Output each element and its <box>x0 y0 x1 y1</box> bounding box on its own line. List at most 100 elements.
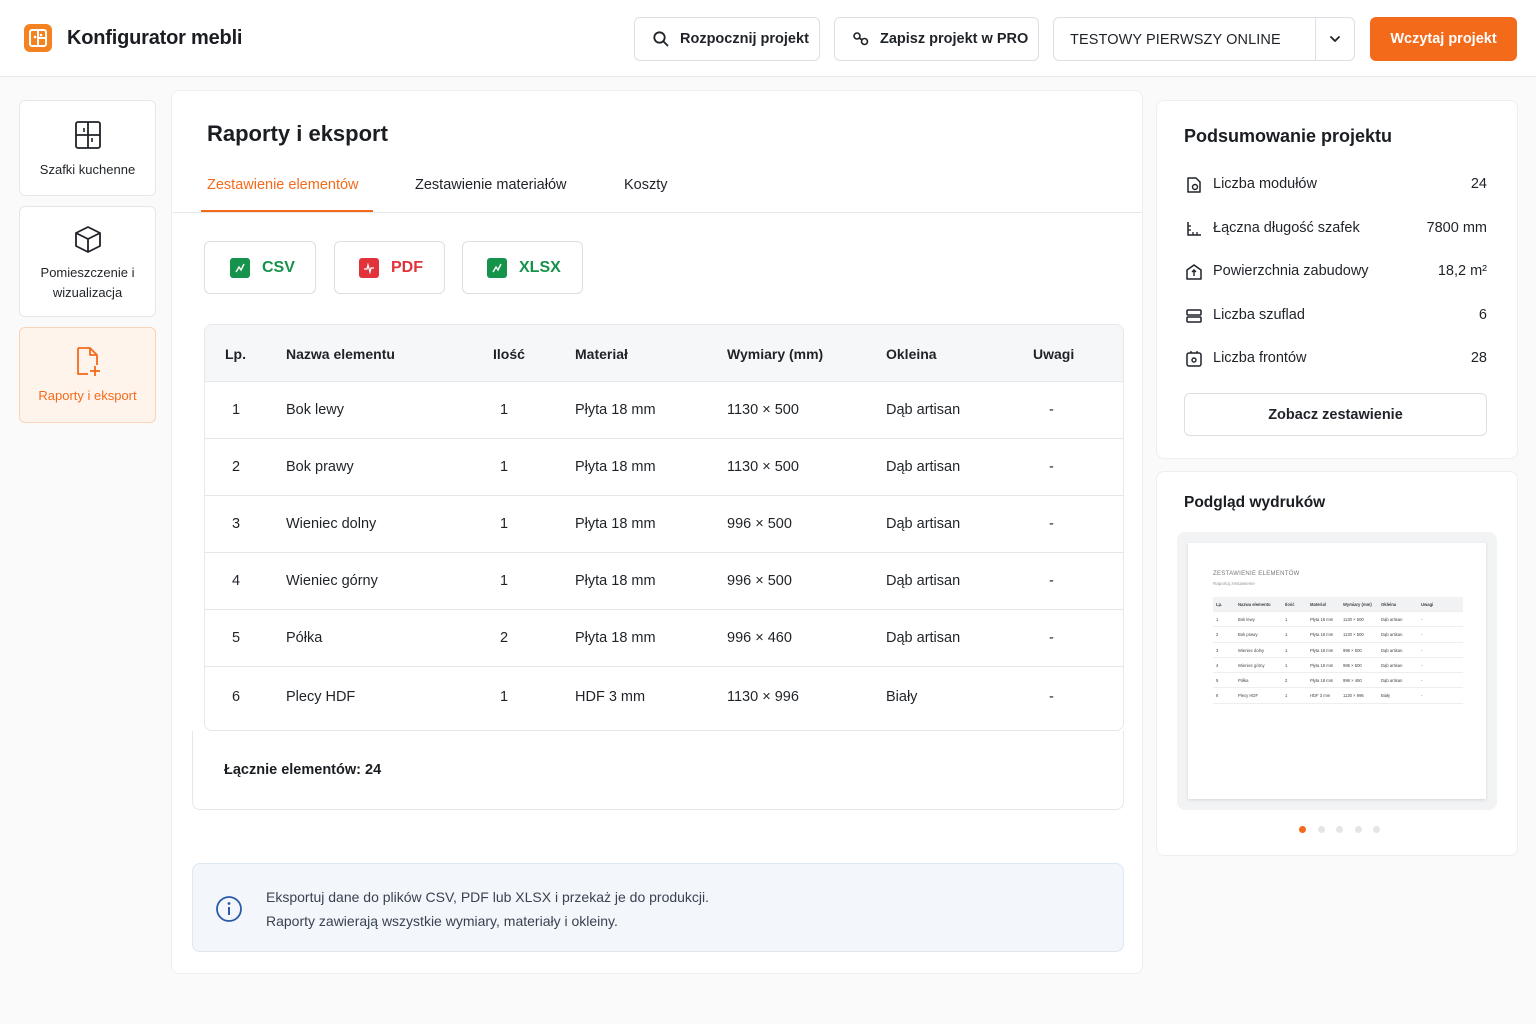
load-project-button[interactable]: Wczytaj projekt <box>1370 17 1517 61</box>
table-row[interactable]: 6 Plecy HDF 1 HDF 3 mm 1130 × 996 Biały … <box>205 667 1123 724</box>
pv-notes: - <box>1421 693 1423 699</box>
preview-frame[interactable]: ZESTAWIENIE ELEMENTÓW Raportuj zestawien… <box>1177 532 1497 810</box>
tab-materials[interactable]: Zestawienie materiałów <box>415 177 567 193</box>
export-pdf-button[interactable]: PDF <box>334 241 445 294</box>
pv-name: Wieniec górny <box>1238 662 1265 668</box>
save-pro-button[interactable]: Zapisz projekt w PRO <box>834 17 1039 61</box>
carousel-dot[interactable] <box>1373 826 1380 833</box>
sidebar-item-label: Pomieszczenie i wizualizacja <box>40 265 135 300</box>
cell-qty: 1 <box>500 689 509 705</box>
summary-row-modules: Liczba modułów 24 <box>1185 175 1487 195</box>
preview-table-row: 6 Plecy HDF 1 HDF 3 mm 1130 × 996 Biały - <box>1213 688 1463 704</box>
pv-dim: Wymiary (mm) <box>1343 602 1372 607</box>
cell-notes: - <box>1049 630 1054 646</box>
cell-name: Półka <box>286 630 323 646</box>
summary-value: 18,2 m² <box>1437 263 1487 279</box>
pv-veneer: Okleina <box>1381 602 1397 607</box>
pv-lp: 3 <box>1216 647 1219 653</box>
pv-qty: 1 <box>1285 662 1288 668</box>
pv-qty: 1 <box>1285 617 1288 622</box>
col-veneer: Okleina <box>886 346 937 362</box>
start-project-label: Rozpocznij projekt <box>680 31 809 47</box>
tab-costs[interactable]: Koszty <box>624 177 668 193</box>
preview-table-header: Lp. Nazwa elementu Ilość Materiał Wymiary (m… <box>1213 597 1463 612</box>
cell-notes: - <box>1049 459 1054 475</box>
pv-material: Płyta 18 mm <box>1310 647 1334 653</box>
summary-row-area: Powierzchnia zabudowy 18,2 m² <box>1185 262 1487 282</box>
summary-row-fronts: Liczba frontów 28 <box>1185 349 1487 369</box>
export-csv-label: CSV <box>262 258 295 276</box>
table-row[interactable]: 3 Wieniec dolny 1 Płyta 18 mm 996 × 500 … <box>205 496 1123 553</box>
sidebar-item-cabinets[interactable]: Szafki kuchenne <box>19 100 156 196</box>
table-row[interactable]: 4 Wieniec górny 1 Płyta 18 mm 996 × 500 … <box>205 553 1123 610</box>
pv-qty: Ilość <box>1285 602 1295 607</box>
cell-notes: - <box>1049 402 1054 418</box>
summary-label: Liczba szuflad <box>1213 307 1305 323</box>
csv-file-icon <box>230 257 250 278</box>
info-box: Eksportuj dane do plików CSV, PDF lub XL… <box>192 863 1124 952</box>
select-divider <box>1315 18 1316 60</box>
preview-title: Podgląd wydruków <box>1184 494 1326 511</box>
pv-name: Wieniec dolny <box>1238 647 1265 653</box>
carousel-dot[interactable] <box>1299 826 1306 833</box>
col-material: Materiał <box>575 346 628 362</box>
preview-document: ZESTAWIENIE ELEMENTÓW Raportuj zestawien… <box>1188 543 1486 799</box>
info-text-line1: Eksportuj dane do plików CSV, PDF lub XL… <box>266 889 710 905</box>
cell-material: Płyta 18 mm <box>575 516 656 532</box>
pv-material: Płyta 18 mm <box>1310 662 1334 668</box>
link-icon <box>852 30 870 48</box>
pv-lp: 1 <box>1216 617 1219 622</box>
pv-veneer: Biały <box>1381 693 1391 699</box>
preview-table-row: 5 Półka 2 Płyta 18 mm 996 × 460 Dąb artisan - <box>1213 673 1463 689</box>
table-row[interactable]: 5 Półka 2 Płyta 18 mm 996 × 460 Dąb arti… <box>205 610 1123 667</box>
pv-veneer: Dąb artisan <box>1381 617 1403 622</box>
summary-value: 24 <box>1470 176 1487 192</box>
front-icon <box>1185 350 1203 368</box>
cell-qty: 1 <box>500 459 509 475</box>
cell-lp: 2 <box>232 459 241 475</box>
search-icon <box>652 30 670 48</box>
save-pro-label: Zapisz projekt w PRO <box>880 31 1029 47</box>
carousel-dot[interactable] <box>1336 826 1343 833</box>
drawer-icon <box>1185 307 1203 325</box>
report-tabs: Zestawienie elementów Zestawienie materi… <box>172 167 1142 213</box>
pv-dim: 996 × 500 <box>1343 662 1362 668</box>
cell-name: Wieniec dolny <box>286 516 377 532</box>
col-qty: Ilość <box>493 346 525 362</box>
sidebar-item-room[interactable]: Pomieszczenie i wizualizacja <box>19 206 156 317</box>
summary-label: Łączna długość szafek <box>1213 220 1360 236</box>
sidebar-item-label: Szafki kuchenne <box>39 162 136 177</box>
page-title: Raporty i eksport <box>207 121 388 146</box>
cell-dimensions: 996 × 500 <box>727 516 792 532</box>
export-csv-button[interactable]: CSV <box>204 241 316 294</box>
carousel-dot[interactable] <box>1317 826 1325 833</box>
col-name: Nazwa elementu <box>286 346 395 362</box>
project-select[interactable]: TESTOWY PIERWSZY ONLINE <box>1053 17 1355 61</box>
table-row[interactable]: 2 Bok prawy 1 Płyta 18 mm 1130 × 500 Dąb… <box>205 439 1123 496</box>
tab-elements[interactable]: Zestawienie elementów <box>207 177 359 193</box>
start-project-button[interactable]: Rozpocznij projekt <box>634 17 820 61</box>
cell-material: HDF 3 mm <box>575 689 646 705</box>
total-elements: Łącznie elementów: 24 <box>224 762 382 778</box>
export-xlsx-button[interactable]: XLSX <box>462 241 583 294</box>
cell-veneer: Dąb artisan <box>886 516 961 532</box>
pv-name: Bok prawy <box>1238 632 1258 638</box>
sidebar-item-reports[interactable]: Raporty i eksport <box>19 327 156 423</box>
pv-qty: 1 <box>1285 632 1288 638</box>
chevron-down-icon[interactable] <box>1327 31 1343 47</box>
pv-notes: - <box>1421 632 1423 638</box>
cell-qty: 1 <box>500 402 509 418</box>
carousel-dot[interactable] <box>1354 826 1362 833</box>
view-summary-button[interactable]: Zobacz zestawienie <box>1184 393 1487 436</box>
cabinet-icon <box>74 120 102 150</box>
active-tab-indicator <box>201 210 373 212</box>
cell-dimensions: 996 × 500 <box>727 573 792 589</box>
sidebar-item-label: Raporty i eksport <box>38 388 137 403</box>
pv-material: HDF 3 mm <box>1310 693 1331 699</box>
summary-title: Podsumowanie projektu <box>1184 126 1393 146</box>
summary-row-drawers: Liczba szuflad 6 <box>1185 306 1487 326</box>
pv-name: Bok lewy <box>1238 617 1255 622</box>
pv-notes: Uwagi <box>1421 602 1434 607</box>
table-row[interactable]: 1 Bok lewy 1 Płyta 18 mm 1130 × 500 Dąb … <box>205 382 1123 439</box>
app-header: Konfigurator mebli Rozpocznij projekt Za… <box>0 0 1536 77</box>
